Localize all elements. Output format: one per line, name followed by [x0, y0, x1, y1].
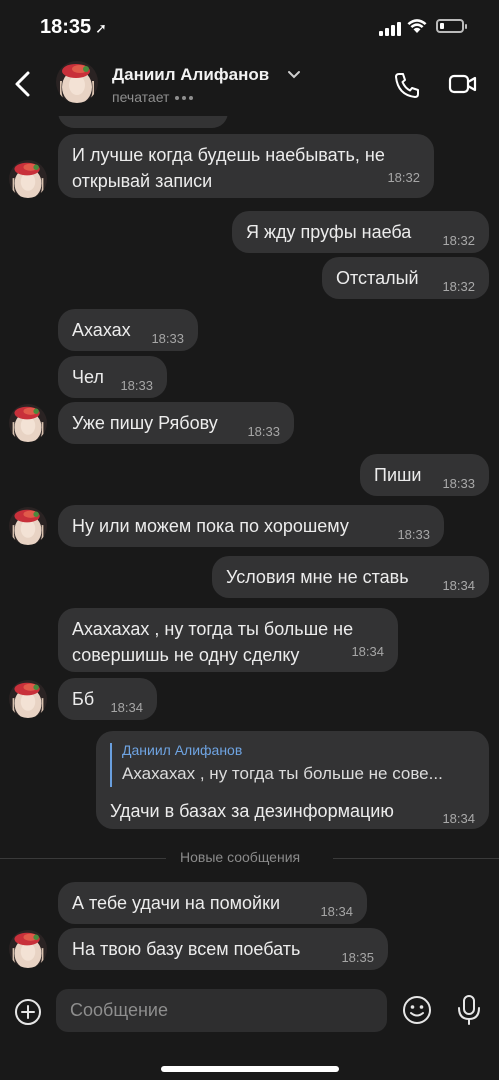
message-text: Пиши [374, 465, 422, 485]
message-time: 18:33 [442, 476, 475, 491]
message-composer: Сообщение [0, 988, 499, 1048]
reply-message-bubble[interactable]: Даниил Алифанов Ахахахах , ну тогда ты б… [96, 731, 489, 829]
emoji-icon[interactable] [402, 995, 432, 1025]
message-time: 18:34 [320, 904, 353, 919]
message-text: А тебе удачи на помойки [72, 893, 281, 913]
message-text: Уже пишу Рябову [72, 413, 218, 433]
back-icon[interactable] [10, 68, 38, 100]
message-bubble[interactable]: Уже пишу Рябову 18:33 [58, 402, 294, 444]
message-time: 18:33 [120, 378, 153, 393]
message-text: совершишь не одну сделку [72, 645, 300, 665]
message-text: Бб [72, 689, 95, 709]
message-time: 18:32 [442, 233, 475, 248]
message-bubble[interactable]: Ахахах 18:33 [58, 309, 198, 351]
message-text: Чел [72, 367, 104, 387]
message-input[interactable]: Сообщение [56, 989, 387, 1032]
chat-header: Даниил Алифанов печатает [0, 56, 499, 116]
quote-bar [110, 743, 112, 787]
message-text: Ахахах [72, 320, 131, 340]
message-time: 18:33 [247, 424, 280, 439]
clock: 18:35 ➚ [40, 16, 107, 38]
message-input-placeholder: Сообщение [70, 1000, 168, 1020]
message-text: Условия мне не ставь [226, 567, 409, 587]
message-text: Ахахахах , ну тогда ты больше не [72, 619, 354, 639]
message-bubble[interactable]: Я жду пруфы наеба 18:32 [232, 211, 489, 253]
quoted-author: Даниил Алифанов [122, 742, 243, 758]
message-text: Отсталый [336, 268, 419, 288]
message-time: 18:35 [341, 950, 374, 965]
message-bubble[interactable]: Ахахахах , ну тогда ты больше не соверши… [58, 608, 398, 672]
avatar[interactable] [56, 61, 98, 103]
message-time: 18:32 [442, 279, 475, 294]
video-icon[interactable] [448, 72, 478, 96]
signal-icon [379, 22, 401, 36]
phone-icon[interactable] [392, 70, 422, 100]
message-text: открывай записи [72, 171, 213, 191]
message-time: 18:34 [110, 700, 143, 715]
battery-icon [436, 19, 467, 33]
divider [0, 858, 166, 859]
message-text: И лучше когда будешь наебывать, не [72, 145, 385, 165]
message-bubble[interactable]: Пиши 18:33 [360, 454, 489, 496]
message-time: 18:34 [442, 811, 475, 826]
message-time: 18:33 [397, 527, 430, 542]
message-bubble[interactable]: Ну или можем пока по хорошему 18:33 [58, 505, 444, 547]
home-indicator [161, 1066, 339, 1072]
message-text: Удачи в базах за дезинформацию [110, 801, 394, 821]
typing-status: печатает [112, 89, 196, 105]
plus-icon[interactable] [14, 998, 42, 1026]
message-bubble[interactable]: Бб 18:34 [58, 678, 157, 720]
message-time: 18:34 [351, 644, 384, 659]
status-bar: 18:35 ➚ [0, 0, 499, 56]
message-bubble[interactable]: Условия мне не ставь 18:34 [212, 556, 489, 598]
avatar[interactable] [9, 507, 47, 545]
message-bubble[interactable]: Отсталый 18:32 [322, 257, 489, 299]
microphone-icon[interactable] [456, 994, 482, 1026]
wifi-icon [407, 19, 427, 33]
message-time: 18:34 [442, 578, 475, 593]
typing-dots-icon [175, 89, 196, 105]
new-messages-label: Новые сообщения [180, 849, 301, 865]
avatar[interactable] [9, 160, 47, 198]
message-time: 18:33 [151, 331, 184, 346]
divider [333, 858, 499, 859]
avatar[interactable] [9, 930, 47, 968]
avatar[interactable] [9, 680, 47, 718]
message-bubble[interactable]: А тебе удачи на помойки 18:34 [58, 882, 367, 924]
contact-name[interactable]: Даниил Алифанов [112, 65, 269, 85]
message-text: Я жду пруфы наеба [246, 222, 412, 242]
message-bubble[interactable]: На твою базу всем поебать 18:35 [58, 928, 388, 970]
message-time: 18:32 [387, 170, 420, 185]
avatar[interactable] [9, 404, 47, 442]
message-bubble[interactable]: Чел 18:33 [58, 356, 167, 398]
message-bubble[interactable]: И лучше когда будешь наебывать, не откры… [58, 134, 434, 198]
message-text: На твою базу всем поебать [72, 939, 301, 959]
message-text: Ну или можем пока по хорошему [72, 516, 349, 536]
quoted-text: Ахахахах , ну тогда ты больше не сове... [122, 764, 443, 783]
chevron-down-icon[interactable] [287, 70, 301, 80]
location-arrow-icon: ➚ [95, 20, 107, 36]
